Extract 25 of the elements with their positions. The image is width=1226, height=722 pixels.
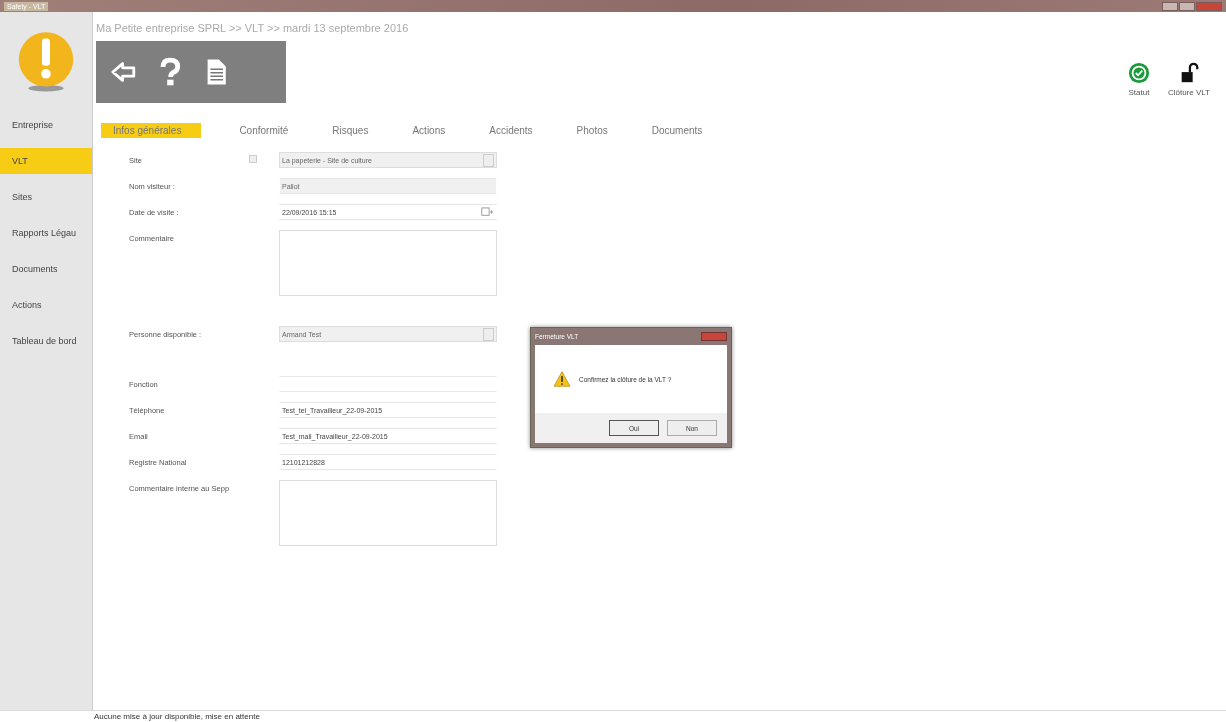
calendar-icon[interactable] [481,207,494,217]
sidebar-item[interactable]: Tableau de bord [0,328,92,354]
tab[interactable]: Risques [326,123,375,138]
action-label: Clôture VLT [1167,88,1210,97]
sidebar-item[interactable]: Entreprise [0,112,92,138]
sidebar-item[interactable]: Sites [0,184,92,210]
check-circle-icon[interactable] [1127,62,1150,84]
sidebar-item[interactable]: VLT [0,148,92,174]
dropdown-icon [483,327,494,341]
minimize-button[interactable] [1162,1,1178,11]
breadcrumb: Ma Petite entreprise SPRL >> VLT >> mardi 13 septembre 2016 [96,22,409,34]
close-button[interactable] [701,332,727,341]
warning-icon [553,371,571,387]
tab[interactable]: Actions [406,123,452,138]
sidebar-item[interactable]: Documents [0,256,92,282]
tab[interactable]: Conformité [233,123,295,138]
sidebar-item[interactable]: Actions [0,292,92,318]
maximize-button[interactable] [1179,1,1195,11]
tab[interactable]: Accidents [483,123,539,138]
tab[interactable]: Photos [570,123,614,138]
dropdown-icon [483,153,494,167]
tab[interactable]: Documents [645,123,709,138]
sidebar-item[interactable]: Rapports Légau [0,220,92,246]
action-label: Statut [1128,88,1150,97]
status-text: Aucune mise à jour disponible, mise en attente [94,712,260,721]
